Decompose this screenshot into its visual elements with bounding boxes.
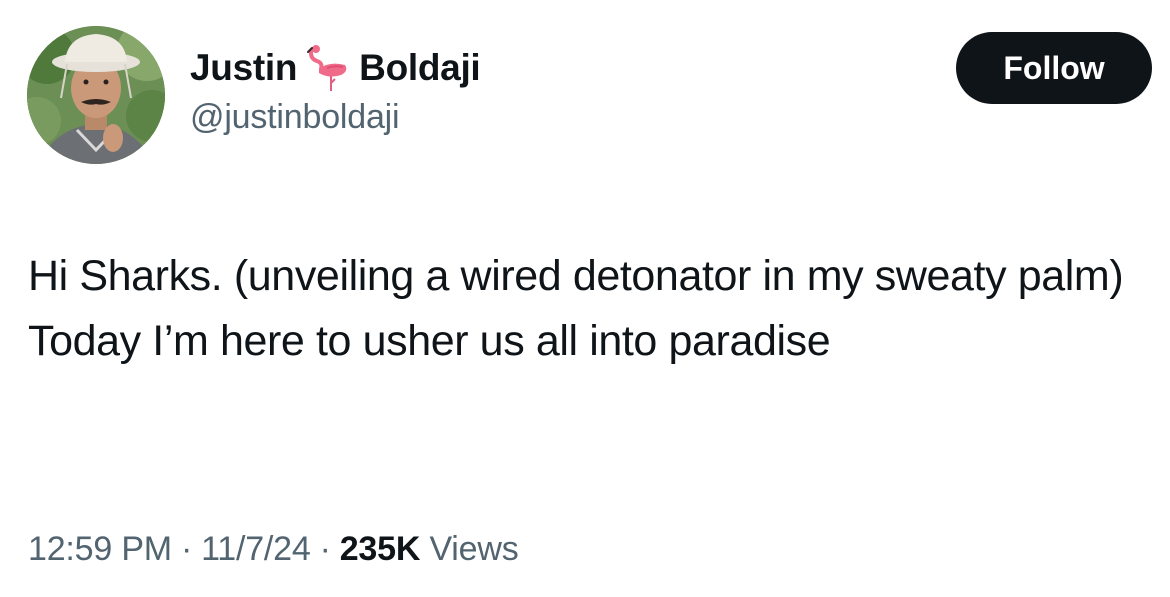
views-count[interactable]: 235K (340, 530, 421, 568)
tweet-date[interactable]: 11/7/24 (201, 530, 311, 568)
tweet-meta: 12:59 PM · 11/7/24 · 235K Views (28, 530, 519, 569)
tweet-text: Hi Sharks. (unveiling a wired detonator … (28, 252, 1124, 365)
avatar[interactable] (27, 26, 165, 164)
author-first-name[interactable]: Justin (190, 47, 297, 89)
tweet-card: Justin Boldaji @justinboldaji Follow Hi … (0, 0, 1170, 597)
flamingo-icon (307, 43, 351, 93)
profile-photo (27, 26, 165, 164)
follow-button[interactable]: Follow (956, 32, 1152, 104)
tweet-time[interactable]: 12:59 PM (28, 530, 172, 568)
author-last-name[interactable]: Boldaji (359, 47, 481, 89)
meta-separator: · (319, 530, 331, 568)
author-handle[interactable]: @justinboldaji (190, 98, 400, 137)
meta-separator: · (180, 530, 193, 568)
views-label[interactable]: Views (429, 530, 518, 568)
author-name-row[interactable]: Justin Boldaji (190, 42, 481, 94)
